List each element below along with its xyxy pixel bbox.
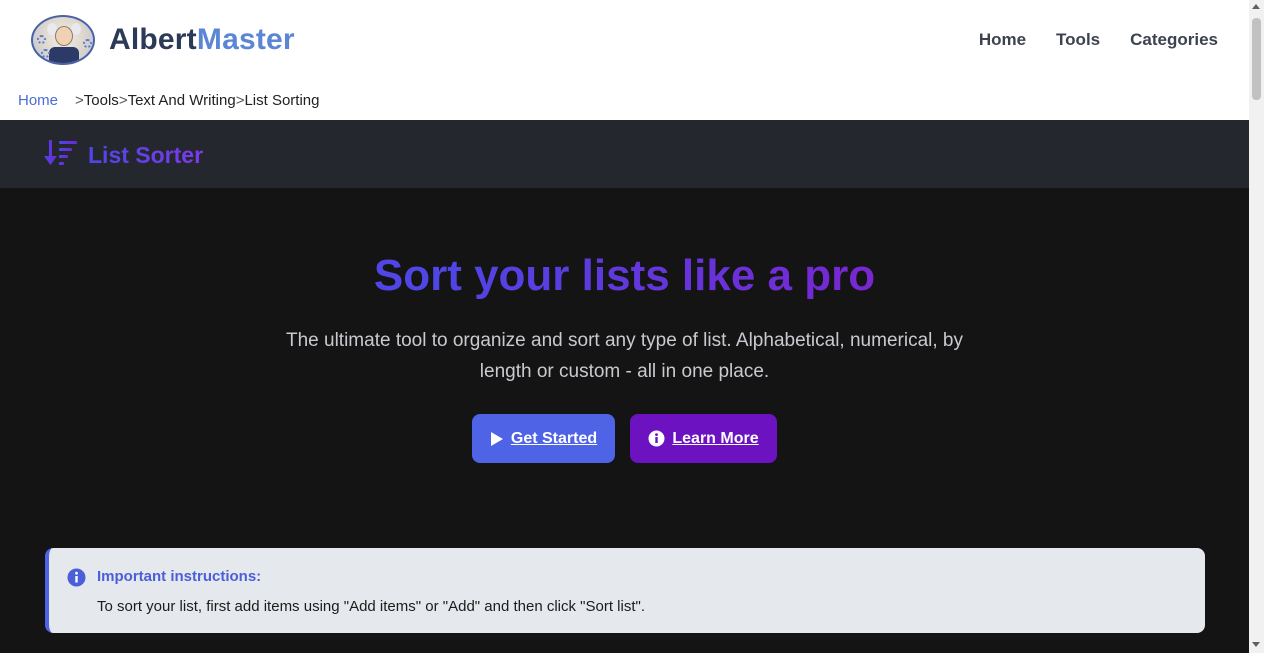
scrollbar-thumb[interactable]	[1252, 18, 1261, 100]
breadcrumb-separator: >	[75, 92, 84, 109]
breadcrumb-separator: >	[118, 92, 128, 109]
brand-name: AlbertMaster	[109, 23, 295, 57]
brand-part-2: Master	[196, 23, 295, 56]
get-started-label: Get Started	[510, 429, 598, 447]
nav-categories[interactable]: Categories	[1130, 30, 1218, 50]
notice-text: To sort your list, first add items using…	[97, 598, 645, 615]
breadcrumb-text-and-writing[interactable]: Text And Writing	[128, 92, 236, 109]
info-circle-icon	[67, 568, 86, 592]
sort-list-icon	[44, 140, 77, 165]
scroll-up-arrow-icon[interactable]	[1252, 4, 1260, 9]
breadcrumb-home[interactable]: Home	[18, 92, 58, 109]
page: AlbertMaster Home Tools Categories Home >…	[0, 0, 1249, 653]
breadcrumb-current: List Sorting	[244, 92, 320, 109]
learn-more-label: Learn More	[672, 429, 759, 447]
info-circle-icon	[648, 430, 665, 447]
nav-home[interactable]: Home	[979, 30, 1026, 50]
tool-title: List Sorter	[88, 142, 204, 168]
scroll-down-arrow-icon[interactable]	[1252, 642, 1260, 647]
page-scrollbar[interactable]	[1249, 0, 1264, 653]
play-icon	[490, 431, 504, 447]
logo-link[interactable]: AlbertMaster	[31, 15, 295, 65]
logo-image	[31, 15, 95, 65]
hero-title: Sort your lists like a pro	[0, 251, 1249, 301]
notice-title: Important instructions:	[97, 568, 262, 585]
main-nav: Home Tools Categories	[979, 30, 1218, 50]
brand-part-1: Albert	[109, 23, 197, 56]
get-started-button[interactable]: Get Started	[472, 414, 615, 463]
instructions-notice: Important instructions: To sort your lis…	[45, 548, 1205, 633]
nav-tools[interactable]: Tools	[1056, 30, 1100, 50]
breadcrumb-tools[interactable]: Tools	[84, 92, 119, 109]
learn-more-button[interactable]: Learn More	[630, 414, 777, 463]
site-header: AlbertMaster Home Tools Categories	[0, 0, 1249, 80]
breadcrumb: Home >Tools>Text And Writing>List Sorting	[0, 80, 1249, 120]
hero-subtitle: The ultimate tool to organize and sort a…	[286, 330, 963, 382]
